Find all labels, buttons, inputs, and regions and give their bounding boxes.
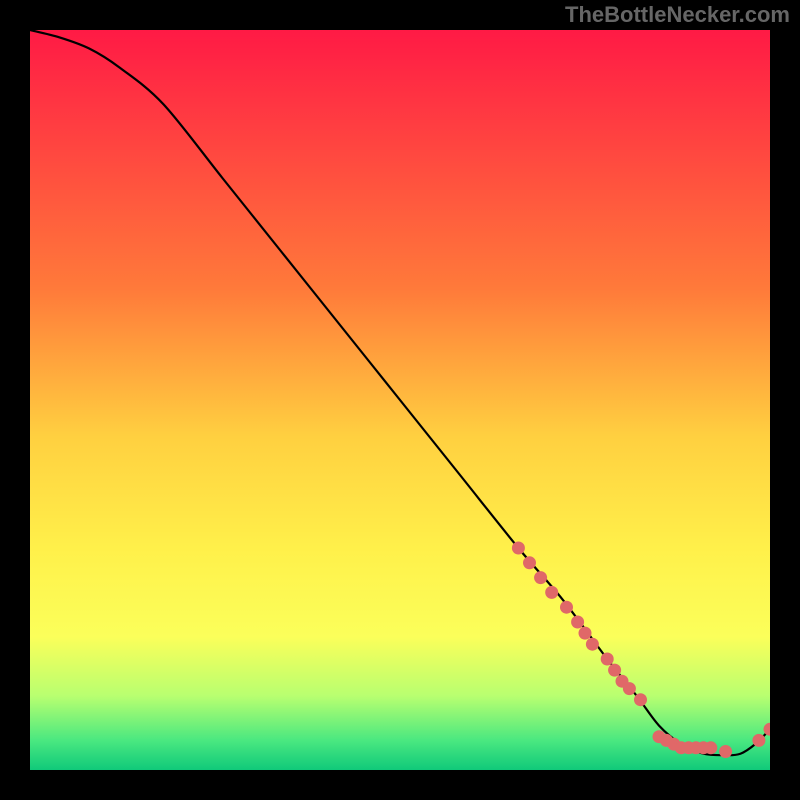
data-marker bbox=[608, 664, 621, 677]
data-marker bbox=[534, 571, 547, 584]
plot-area bbox=[30, 30, 770, 770]
data-marker bbox=[623, 682, 636, 695]
data-marker bbox=[601, 653, 614, 666]
data-marker bbox=[704, 741, 717, 754]
data-marker bbox=[752, 734, 765, 747]
data-marker bbox=[586, 638, 599, 651]
data-marker bbox=[634, 693, 647, 706]
chart-svg bbox=[30, 30, 770, 770]
data-marker bbox=[523, 556, 536, 569]
chart-frame: TheBottleNecker.com bbox=[0, 0, 800, 800]
data-marker bbox=[719, 745, 732, 758]
data-marker bbox=[579, 627, 592, 640]
data-marker bbox=[545, 586, 558, 599]
data-marker bbox=[571, 616, 584, 629]
data-marker bbox=[512, 542, 525, 555]
data-marker bbox=[560, 601, 573, 614]
watermark-text: TheBottleNecker.com bbox=[565, 2, 790, 28]
